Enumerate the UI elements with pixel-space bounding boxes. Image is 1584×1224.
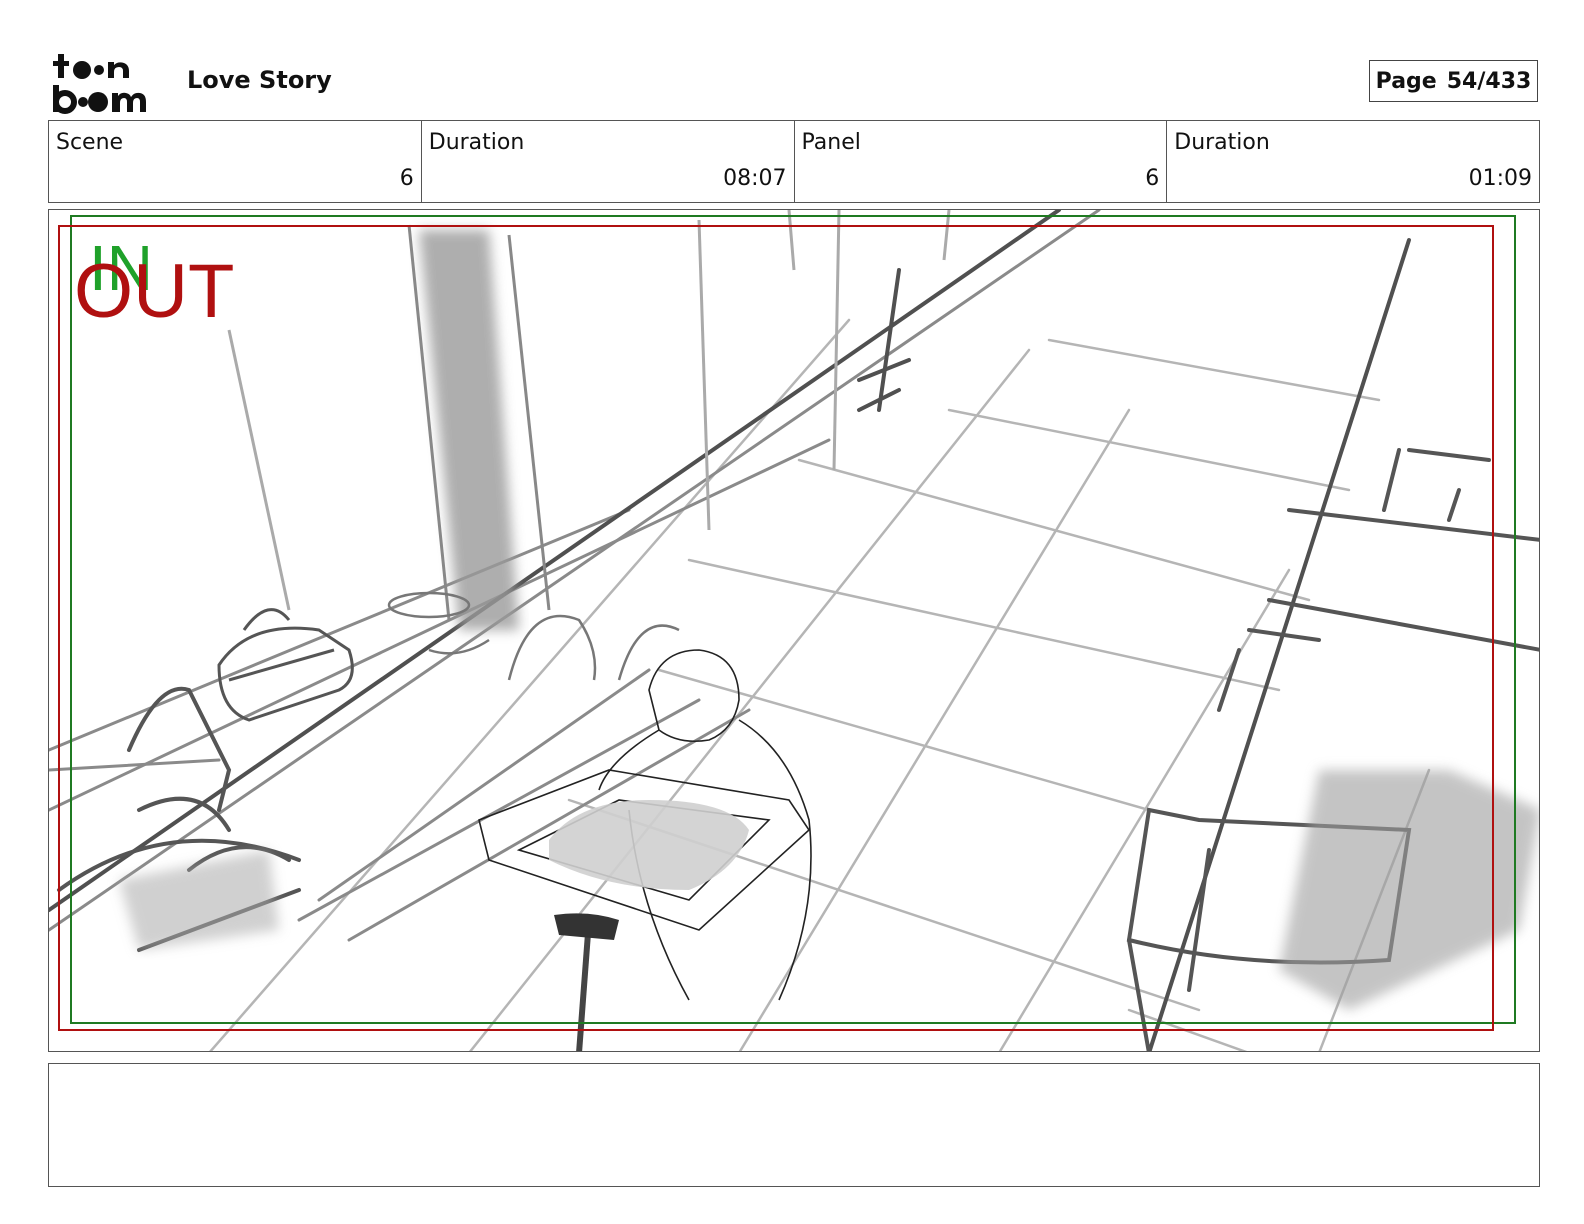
storyboard-panel: IN OUT [48, 209, 1540, 1052]
scene-duration-label: Duration [428, 130, 525, 155]
panel-value: 6 [1145, 166, 1160, 191]
panel-duration-cell: Duration 01:09 [1167, 121, 1539, 202]
page-indicator: Page 54/433 [1369, 60, 1538, 102]
storyboard-sketch [49, 210, 1539, 1051]
panel-info-grid: Scene 6 Duration 08:07 Panel 6 Duration … [48, 120, 1540, 203]
panel-duration-value: 01:09 [1468, 166, 1532, 191]
scene-duration-cell: Duration 08:07 [422, 121, 795, 202]
scene-cell: Scene 6 [49, 121, 422, 202]
scene-label: Scene [56, 130, 124, 155]
panel-cell: Panel 6 [795, 121, 1168, 202]
panel-label: Panel [801, 130, 861, 155]
page-label: Page [1375, 68, 1437, 94]
scene-value: 6 [399, 166, 414, 191]
panel-notes-box [48, 1063, 1540, 1187]
page-number: 54/433 [1446, 68, 1532, 94]
panel-duration-label: Duration [1174, 130, 1270, 155]
project-title: Love Story [187, 66, 332, 94]
toon-boom-logo [52, 52, 164, 114]
out-marker: OUT [74, 249, 235, 334]
scene-duration-value: 08:07 [723, 166, 787, 191]
